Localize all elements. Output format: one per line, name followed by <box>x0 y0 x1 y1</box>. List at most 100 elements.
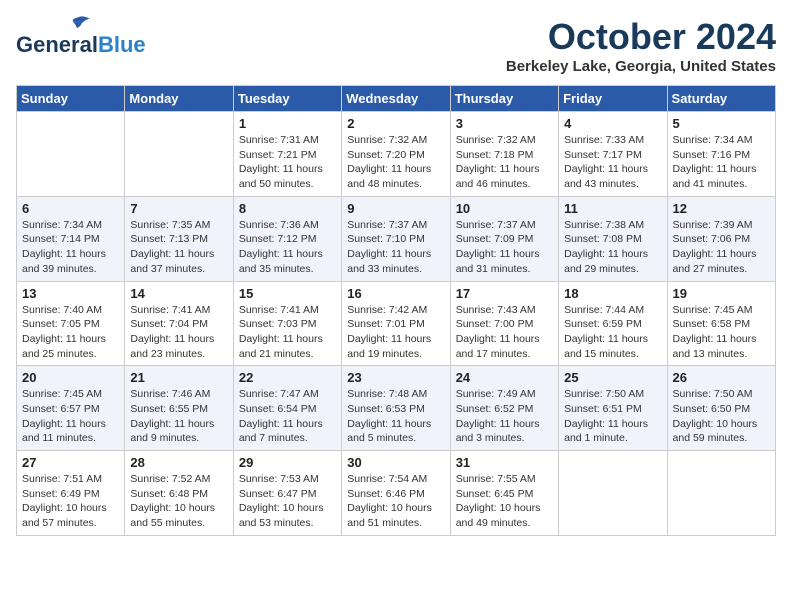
day-info: Sunrise: 7:52 AMSunset: 6:48 PMDaylight:… <box>130 472 227 531</box>
day-info: Sunrise: 7:32 AMSunset: 7:20 PMDaylight:… <box>347 133 444 192</box>
day-number: 4 <box>564 116 661 131</box>
day-info: Sunrise: 7:34 AMSunset: 7:16 PMDaylight:… <box>673 133 770 192</box>
calendar-day-cell: 28 Sunrise: 7:52 AMSunset: 6:48 PMDayligh… <box>125 451 233 536</box>
calendar-title: October 2024 <box>506 16 776 58</box>
title-block: October 2024 Berkeley Lake, Georgia, Uni… <box>506 16 776 75</box>
calendar-day-cell: 9 Sunrise: 7:37 AMSunset: 7:10 PMDaylight… <box>342 196 450 281</box>
day-info: Sunrise: 7:48 AMSunset: 6:53 PMDaylight:… <box>347 387 444 446</box>
day-info: Sunrise: 7:49 AMSunset: 6:52 PMDaylight:… <box>456 387 553 446</box>
weekday-header: Tuesday <box>233 86 341 112</box>
day-info: Sunrise: 7:40 AMSunset: 7:05 PMDaylight:… <box>22 303 119 362</box>
calendar-day-cell: 25 Sunrise: 7:50 AMSunset: 6:51 PMDayligh… <box>559 366 667 451</box>
day-info: Sunrise: 7:41 AMSunset: 7:04 PMDaylight:… <box>130 303 227 362</box>
calendar-day-cell: 31Sunrise: 7:55 AMSunset: 6:45 PMDayligh… <box>450 451 558 536</box>
day-info: Sunrise: 7:32 AMSunset: 7:18 PMDaylight:… <box>456 133 553 192</box>
day-number: 5 <box>673 116 770 131</box>
calendar-day-cell: 11Sunrise: 7:38 AMSunset: 7:08 PMDayligh… <box>559 196 667 281</box>
day-number: 29 <box>239 455 336 470</box>
calendar-day-cell: 23 Sunrise: 7:48 AMSunset: 6:53 PMDayligh… <box>342 366 450 451</box>
calendar-day-cell: 3 Sunrise: 7:32 AMSunset: 7:18 PMDaylight… <box>450 112 558 197</box>
weekday-header: Sunday <box>17 86 125 112</box>
calendar-day-cell: 17Sunrise: 7:43 AMSunset: 7:00 PMDayligh… <box>450 281 558 366</box>
day-info: Sunrise: 7:42 AMSunset: 7:01 PMDaylight:… <box>347 303 444 362</box>
calendar-week-row: 20 Sunrise: 7:45 AMSunset: 6:57 PMDayligh… <box>17 366 776 451</box>
day-number: 3 <box>456 116 553 131</box>
day-number: 2 <box>347 116 444 131</box>
calendar-day-cell: 26 Sunrise: 7:50 AMSunset: 6:50 PMDayligh… <box>667 366 775 451</box>
day-number: 17 <box>456 286 553 301</box>
day-number: 15 <box>239 286 336 301</box>
calendar-day-cell: 7Sunrise: 7:35 AMSunset: 7:13 PMDaylight… <box>125 196 233 281</box>
logo-icon <box>64 12 92 32</box>
day-number: 8 <box>239 201 336 216</box>
day-info: Sunrise: 7:46 AMSunset: 6:55 PMDaylight:… <box>130 387 227 446</box>
day-info: Sunrise: 7:41 AMSunset: 7:03 PMDaylight:… <box>239 303 336 362</box>
day-info: Sunrise: 7:33 AMSunset: 7:17 PMDaylight:… <box>564 133 661 192</box>
logo-general: General <box>16 32 98 58</box>
day-info: Sunrise: 7:55 AMSunset: 6:45 PMDaylight:… <box>456 472 553 531</box>
calendar-day-cell: 14 Sunrise: 7:41 AMSunset: 7:04 PMDayligh… <box>125 281 233 366</box>
calendar-day-cell: 18 Sunrise: 7:44 AMSunset: 6:59 PMDayligh… <box>559 281 667 366</box>
day-number: 23 <box>347 370 444 385</box>
day-info: Sunrise: 7:54 AMSunset: 6:46 PMDaylight:… <box>347 472 444 531</box>
day-number: 9 <box>347 201 444 216</box>
day-number: 1 <box>239 116 336 131</box>
calendar-day-cell: 6Sunrise: 7:34 AMSunset: 7:14 PMDaylight… <box>17 196 125 281</box>
day-info: Sunrise: 7:51 AMSunset: 6:49 PMDaylight:… <box>22 472 119 531</box>
calendar-day-cell: 15 Sunrise: 7:41 AMSunset: 7:03 PMDayligh… <box>233 281 341 366</box>
calendar-day-cell: 30 Sunrise: 7:54 AMSunset: 6:46 PMDayligh… <box>342 451 450 536</box>
calendar-day-cell: 27 Sunrise: 7:51 AMSunset: 6:49 PMDayligh… <box>17 451 125 536</box>
calendar-day-cell: 29Sunrise: 7:53 AMSunset: 6:47 PMDayligh… <box>233 451 341 536</box>
calendar-week-row: 1 Sunrise: 7:31 AMSunset: 7:21 PMDaylight… <box>17 112 776 197</box>
calendar-table: SundayMondayTuesdayWednesdayThursdayFrid… <box>16 85 776 536</box>
calendar-week-row: 13Sunrise: 7:40 AMSunset: 7:05 PMDayligh… <box>17 281 776 366</box>
day-info: Sunrise: 7:44 AMSunset: 6:59 PMDaylight:… <box>564 303 661 362</box>
day-number: 19 <box>673 286 770 301</box>
day-number: 30 <box>347 455 444 470</box>
day-info: Sunrise: 7:50 AMSunset: 6:50 PMDaylight:… <box>673 387 770 446</box>
calendar-day-cell: 12 Sunrise: 7:39 AMSunset: 7:06 PMDayligh… <box>667 196 775 281</box>
day-info: Sunrise: 7:31 AMSunset: 7:21 PMDaylight:… <box>239 133 336 192</box>
weekday-header: Monday <box>125 86 233 112</box>
day-info: Sunrise: 7:35 AMSunset: 7:13 PMDaylight:… <box>130 218 227 277</box>
calendar-header-row: SundayMondayTuesdayWednesdayThursdayFrid… <box>17 86 776 112</box>
calendar-day-cell: 1 Sunrise: 7:31 AMSunset: 7:21 PMDaylight… <box>233 112 341 197</box>
day-number: 10 <box>456 201 553 216</box>
day-info: Sunrise: 7:39 AMSunset: 7:06 PMDaylight:… <box>673 218 770 277</box>
logo: General Blue <box>16 16 146 58</box>
weekday-header: Friday <box>559 86 667 112</box>
logo-blue: Blue <box>98 32 146 58</box>
day-number: 24 <box>456 370 553 385</box>
day-info: Sunrise: 7:34 AMSunset: 7:14 PMDaylight:… <box>22 218 119 277</box>
day-info: Sunrise: 7:45 AMSunset: 6:57 PMDaylight:… <box>22 387 119 446</box>
day-number: 12 <box>673 201 770 216</box>
calendar-week-row: 6Sunrise: 7:34 AMSunset: 7:14 PMDaylight… <box>17 196 776 281</box>
day-number: 25 <box>564 370 661 385</box>
day-number: 21 <box>130 370 227 385</box>
day-info: Sunrise: 7:37 AMSunset: 7:10 PMDaylight:… <box>347 218 444 277</box>
day-info: Sunrise: 7:50 AMSunset: 6:51 PMDaylight:… <box>564 387 661 446</box>
calendar-day-cell <box>125 112 233 197</box>
page-header: General Blue October 2024 Berkeley Lake,… <box>16 16 776 75</box>
day-info: Sunrise: 7:47 AMSunset: 6:54 PMDaylight:… <box>239 387 336 446</box>
day-number: 28 <box>130 455 227 470</box>
day-info: Sunrise: 7:37 AMSunset: 7:09 PMDaylight:… <box>456 218 553 277</box>
calendar-subtitle: Berkeley Lake, Georgia, United States <box>506 58 776 75</box>
day-number: 20 <box>22 370 119 385</box>
day-number: 26 <box>673 370 770 385</box>
day-number: 27 <box>22 455 119 470</box>
calendar-day-cell: 21 Sunrise: 7:46 AMSunset: 6:55 PMDayligh… <box>125 366 233 451</box>
day-info: Sunrise: 7:45 AMSunset: 6:58 PMDaylight:… <box>673 303 770 362</box>
calendar-day-cell <box>667 451 775 536</box>
day-number: 14 <box>130 286 227 301</box>
day-info: Sunrise: 7:38 AMSunset: 7:08 PMDaylight:… <box>564 218 661 277</box>
calendar-day-cell <box>559 451 667 536</box>
day-number: 18 <box>564 286 661 301</box>
weekday-header: Wednesday <box>342 86 450 112</box>
calendar-day-cell: 16 Sunrise: 7:42 AMSunset: 7:01 PMDayligh… <box>342 281 450 366</box>
calendar-day-cell: 19 Sunrise: 7:45 AMSunset: 6:58 PMDayligh… <box>667 281 775 366</box>
day-number: 16 <box>347 286 444 301</box>
calendar-day-cell: 4 Sunrise: 7:33 AMSunset: 7:17 PMDaylight… <box>559 112 667 197</box>
calendar-day-cell: 24 Sunrise: 7:49 AMSunset: 6:52 PMDayligh… <box>450 366 558 451</box>
calendar-day-cell: 5 Sunrise: 7:34 AMSunset: 7:16 PMDaylight… <box>667 112 775 197</box>
